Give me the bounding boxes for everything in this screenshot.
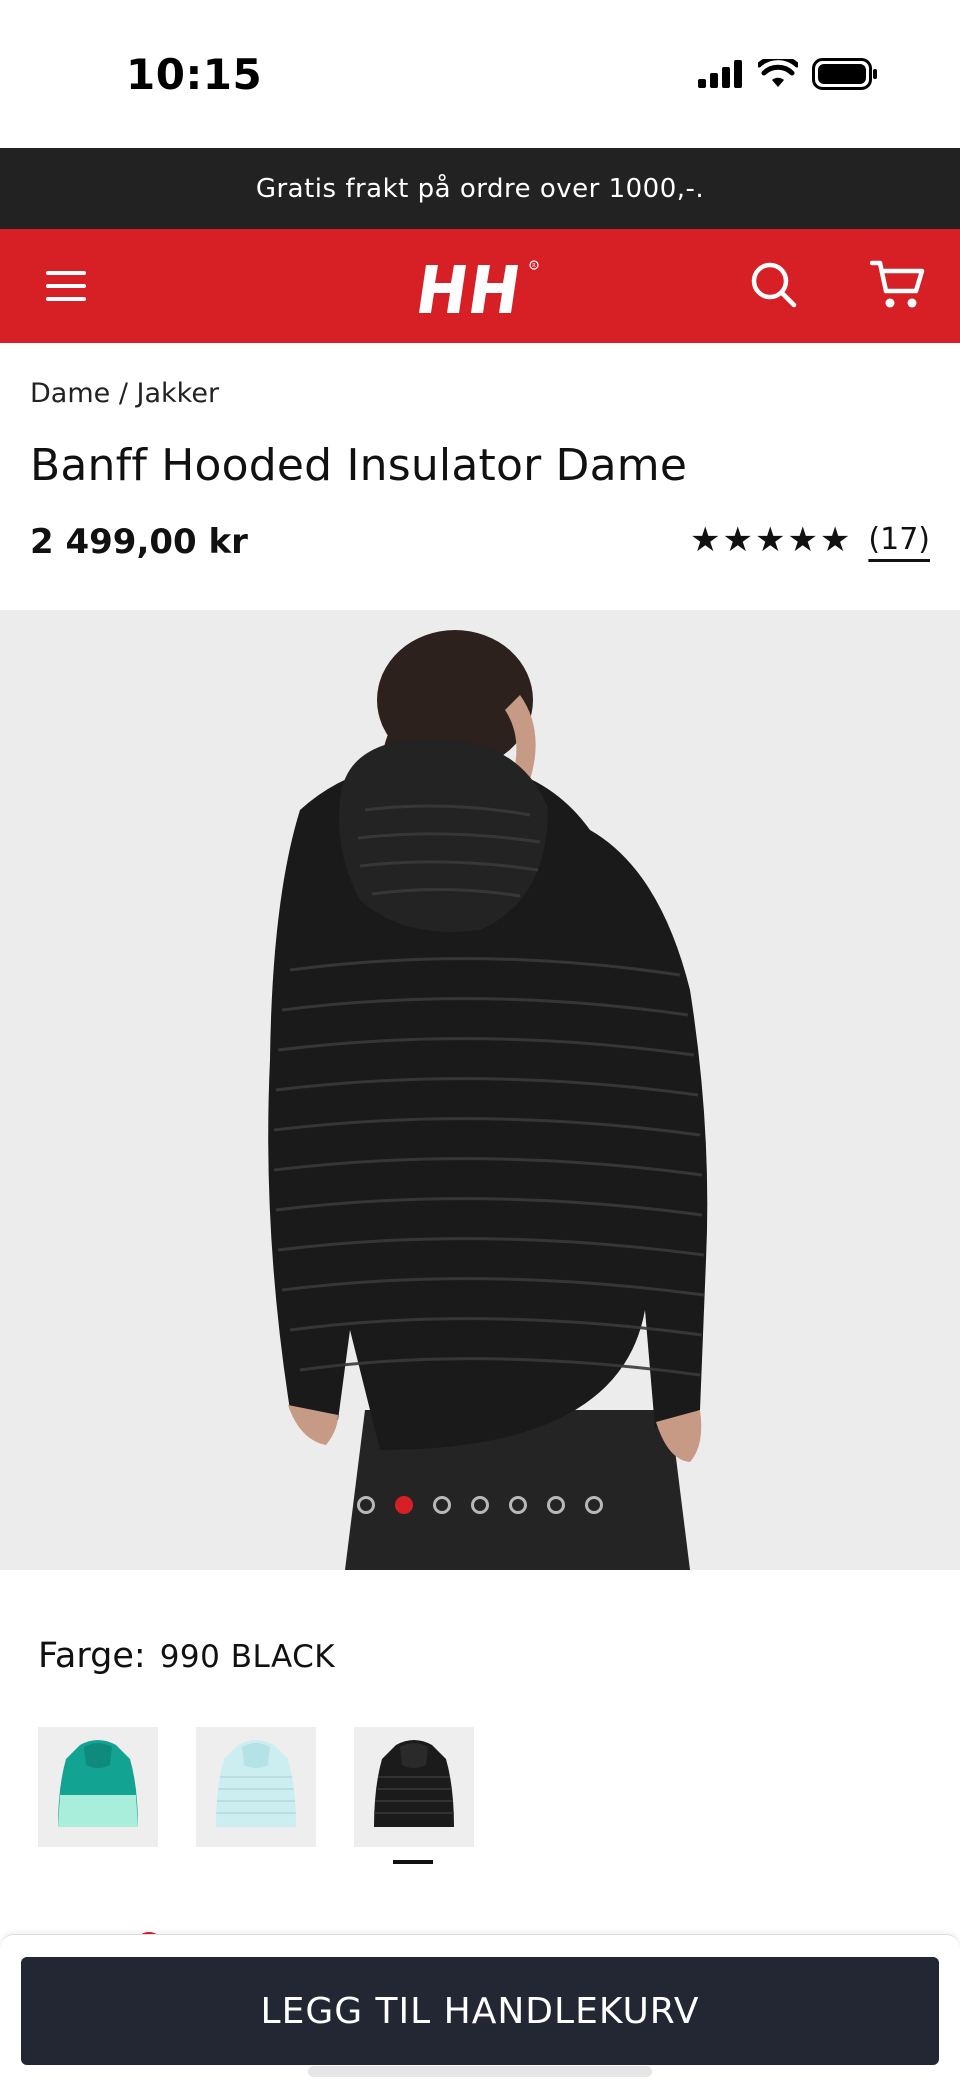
gallery-dot[interactable] xyxy=(509,1496,527,1514)
product-photo-jacket xyxy=(0,610,960,1570)
site-header: R xyxy=(0,229,960,343)
product-price: 2 499,00 kr xyxy=(30,522,248,562)
star-icon: ★ xyxy=(754,519,786,560)
star-icon: ★ xyxy=(787,519,818,560)
menu-icon-line xyxy=(46,297,86,301)
gallery-pager xyxy=(0,1496,960,1514)
status-time: 10:15 xyxy=(126,50,263,99)
color-swatches xyxy=(38,1727,474,1847)
cellular-signal-icon xyxy=(698,60,742,88)
gallery-dot[interactable] xyxy=(471,1496,489,1514)
sticky-cta-bar: LEGG TIL HANDLEKURV xyxy=(0,1934,960,2087)
swatch-jacket-black-image xyxy=(374,1740,454,1827)
battery-icon xyxy=(812,58,877,90)
home-indicator xyxy=(308,2066,652,2077)
breadcrumb-item-jakker[interactable]: Jakker xyxy=(137,378,220,409)
product-title: Banff Hooded Insulator Dame xyxy=(30,440,688,491)
product-image-gallery[interactable] xyxy=(0,610,960,1570)
color-label: Farge: xyxy=(38,1636,146,1676)
promo-text: Gratis frakt på ordre over 1000,-. xyxy=(255,173,705,204)
color-selector-label: Farge: 990 BLACK xyxy=(38,1636,335,1676)
cart-icon[interactable] xyxy=(870,257,926,313)
menu-icon-line xyxy=(46,271,86,275)
color-swatch-black[interactable] xyxy=(354,1727,474,1847)
selected-swatch-indicator xyxy=(393,1860,433,1864)
breadcrumb-separator: / xyxy=(110,378,137,409)
menu-button[interactable] xyxy=(44,267,88,305)
add-to-cart-button[interactable]: LEGG TIL HANDLEKURV xyxy=(21,1957,939,2065)
gallery-dot[interactable] xyxy=(433,1496,451,1514)
color-swatch-light-blue[interactable] xyxy=(196,1727,316,1847)
search-icon[interactable] xyxy=(748,259,800,311)
gallery-dot[interactable] xyxy=(547,1496,565,1514)
review-count-link[interactable]: (17) xyxy=(868,522,930,557)
promo-banner: Gratis frakt på ordre over 1000,-. xyxy=(0,148,960,229)
menu-icon-line xyxy=(46,284,86,288)
breadcrumb: Dame / Jakker xyxy=(30,378,219,409)
product-rating[interactable]: ★ ★ ★ ★ ★ (17) xyxy=(690,522,930,557)
gallery-dot[interactable] xyxy=(357,1496,375,1514)
wifi-icon xyxy=(758,59,798,87)
star-icon: ★ xyxy=(819,519,851,560)
svg-text:R: R xyxy=(532,263,536,269)
gallery-dot[interactable] xyxy=(585,1496,603,1514)
status-icons xyxy=(698,58,878,90)
breadcrumb-item-dame[interactable]: Dame xyxy=(30,378,110,409)
star-icon: ★ xyxy=(722,519,753,560)
color-swatch-teal[interactable] xyxy=(38,1727,158,1847)
color-value: 990 BLACK xyxy=(159,1639,336,1675)
swatch-jacket-teal-image xyxy=(58,1740,138,1827)
rating-stars: ★ ★ ★ ★ ★ xyxy=(690,523,850,557)
star-icon: ★ xyxy=(689,519,721,560)
hh-logo[interactable]: R xyxy=(418,259,542,317)
swatch-jacket-light-blue-image xyxy=(216,1740,296,1827)
status-bar: 10:15 xyxy=(0,0,960,148)
gallery-dot-active[interactable] xyxy=(395,1496,413,1514)
